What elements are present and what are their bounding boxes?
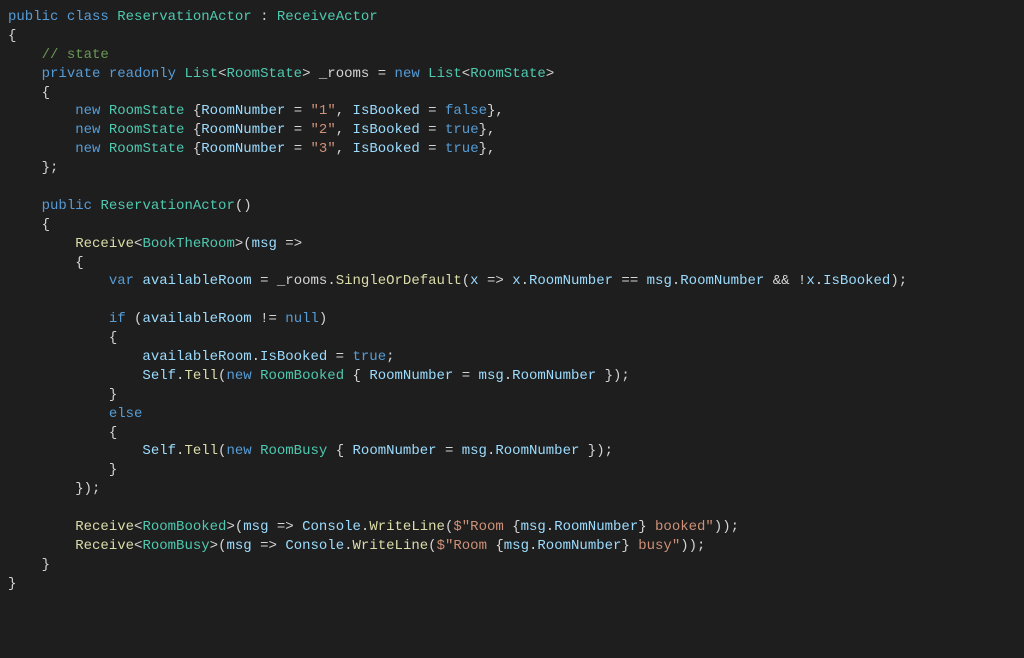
type-receiveactor: ReceiveActor [277, 9, 378, 25]
str-room1: "1" [311, 103, 336, 119]
kw-class: class [67, 9, 109, 25]
str-room3: "3" [311, 141, 336, 157]
code-block: public class ReservationActor : ReceiveA… [8, 9, 907, 592]
var-availableroom: availableRoom [142, 273, 251, 289]
type-reservationactor: ReservationActor [117, 9, 251, 25]
comment-state: // state [42, 47, 109, 63]
meth-receive: Receive [75, 236, 134, 252]
kw-public: public [8, 9, 58, 25]
str-room2: "2" [311, 122, 336, 138]
field-rooms: _rooms [319, 66, 369, 82]
ctor-reservationactor: ReservationActor [100, 198, 234, 214]
